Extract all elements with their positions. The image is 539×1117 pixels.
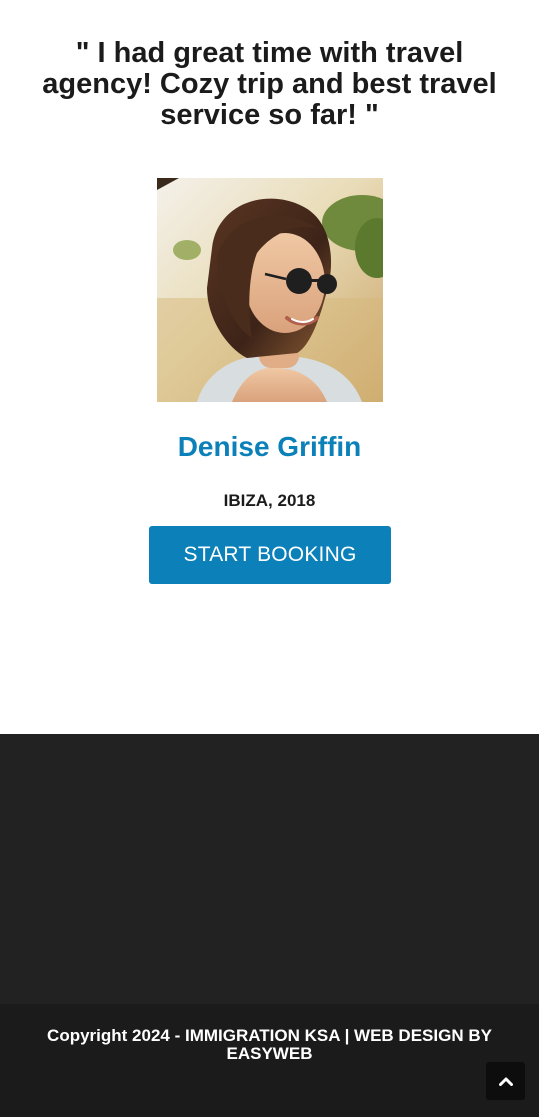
testimonial-section: " I had great time with travel agency! C… [0,0,539,734]
testimonial-quote: " I had great time with travel agency! C… [42,37,497,131]
testimonial-location: IBIZA, 2018 [223,491,316,510]
woman-portrait-photo [157,178,383,402]
page: " I had great time with travel agency! C… [0,0,539,1117]
footer-widgets-area [0,734,539,1004]
testimonial-name: Denise Griffin [177,431,362,462]
scroll-to-top-button[interactable] [486,1062,525,1100]
testimonial-photo [157,178,383,402]
start-booking-button[interactable]: START BOOKING [149,526,391,584]
footer-bottom: Copyright 2024 - IMMIGRATION KSA | WEB D… [0,1004,539,1117]
copyright-text: Copyright 2024 - IMMIGRATION KSA | WEB D… [47,1026,492,1063]
chevron-up-icon [498,1077,513,1086]
